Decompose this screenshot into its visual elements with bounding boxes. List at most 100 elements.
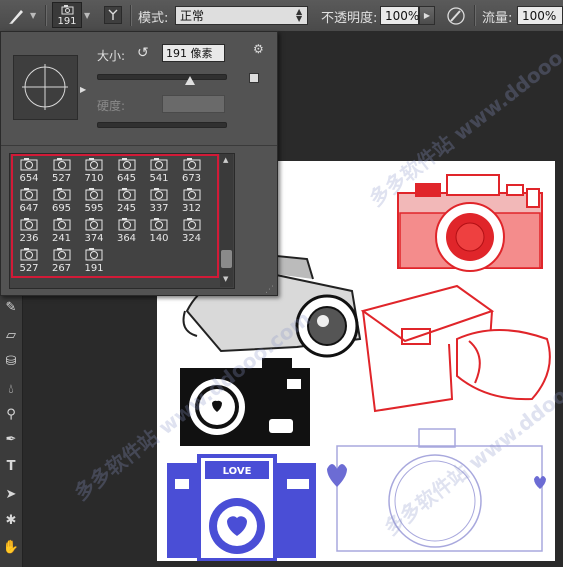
brush-preset-527[interactable]: 527 xyxy=(47,155,77,185)
brush-thumb-icon xyxy=(147,186,171,202)
brush-preset-size-label: 647 xyxy=(19,203,39,214)
brush-presets-grid: 654 527 710 645 541 673 647 695 595 245 337 312 236 2… xyxy=(9,153,235,289)
flow-label: 流量: xyxy=(482,11,513,26)
size-label: 大小: xyxy=(97,49,126,63)
brush-grid-scrollbar[interactable]: ▲ ▼ xyxy=(220,154,233,287)
brush-thumb-icon xyxy=(115,216,139,232)
blue-camera-stamp: LOVE xyxy=(167,454,316,561)
pencil-tool-icon[interactable]: ✎ xyxy=(2,299,20,317)
path-selection-tool-icon[interactable]: ➤ xyxy=(2,486,20,504)
brush-thumb-icon xyxy=(50,216,74,232)
hand-tool-icon[interactable]: ✋ xyxy=(2,539,20,557)
brush-preset-710[interactable]: 710 xyxy=(79,155,109,185)
pen-tool-icon[interactable]: ✒ xyxy=(2,431,20,449)
brush-preset-size-label: 364 xyxy=(116,233,137,244)
brush-preset-647[interactable]: 647 xyxy=(14,185,44,215)
gear-icon[interactable]: ⚙ xyxy=(253,42,264,56)
scrollbar-thumb[interactable] xyxy=(221,250,232,268)
brush-preset-size-label: 710 xyxy=(84,173,104,184)
new-preset-icon[interactable] xyxy=(249,73,259,83)
brush-preset-140[interactable]: 140 xyxy=(144,215,174,245)
camera-brush-thumb-icon xyxy=(61,5,74,15)
brush-tool-icon[interactable] xyxy=(6,0,28,31)
brush-preset-191[interactable]: 191 xyxy=(79,245,109,275)
brush-size-readout: 191 xyxy=(57,16,77,27)
brush-preset-364[interactable]: 364 xyxy=(112,215,142,245)
brush-thumb-icon xyxy=(17,186,41,202)
mode-select[interactable]: 正常 xyxy=(175,6,308,25)
flow-input[interactable]: 100% xyxy=(517,6,563,25)
eraser-tool-icon[interactable]: ▱ xyxy=(2,327,20,345)
red-outline-camera-stamp xyxy=(360,284,551,413)
brush-preset-312[interactable]: 312 xyxy=(177,185,207,215)
options-bar: ▼ 191 ▼ 模式: 正常 ▲ ▼ 不透明度: 100% ▶ 流量: 100% xyxy=(0,0,563,32)
brush-preset-267[interactable]: 267 xyxy=(47,245,77,275)
brush-preset-size-label: 312 xyxy=(181,203,202,214)
brush-preset-337[interactable]: 337 xyxy=(144,185,174,215)
type-tool-icon[interactable]: T xyxy=(2,458,20,476)
tool-preset-dropdown-icon[interactable]: ▼ xyxy=(30,0,36,31)
brush-picker-dropdown-icon[interactable]: ▼ xyxy=(84,0,90,31)
size-slider-track[interactable] xyxy=(97,74,227,80)
brush-preset-236[interactable]: 236 xyxy=(14,215,44,245)
brush-preset-324[interactable]: 324 xyxy=(177,215,207,245)
pressure-opacity-icon[interactable] xyxy=(445,5,467,27)
brush-preset-245[interactable]: 245 xyxy=(112,185,142,215)
mode-label: 模式: xyxy=(138,11,169,26)
scroll-down-icon[interactable]: ▼ xyxy=(223,275,228,283)
paint-bucket-tool-icon[interactable]: ⛁ xyxy=(2,353,20,371)
brush-preset-size-label: 337 xyxy=(149,203,169,214)
brush-thumb-icon xyxy=(115,186,139,202)
hardness-slider-track xyxy=(97,122,227,128)
opacity-input[interactable]: 100% xyxy=(380,6,419,25)
brush-preset-picker-button[interactable]: 191 xyxy=(52,2,82,28)
brush-preset-size-label: 541 xyxy=(149,173,169,184)
brush-preset-size-label: 236 xyxy=(19,233,39,244)
dodge-tool-icon[interactable]: ⚲ xyxy=(2,406,20,424)
brush-thumb-icon xyxy=(50,156,74,172)
svg-text:LOVE: LOVE xyxy=(223,466,252,477)
size-slider-thumb[interactable] xyxy=(185,76,195,85)
brush-thumb-icon xyxy=(147,156,171,172)
brush-preset-size-label: 267 xyxy=(51,263,72,274)
hardness-input xyxy=(162,95,225,113)
brush-preset-645[interactable]: 645 xyxy=(112,155,142,185)
brush-preset-241[interactable]: 241 xyxy=(47,215,77,245)
brush-thumb-icon xyxy=(180,186,204,202)
brush-thumb-icon xyxy=(82,186,106,202)
brush-thumb-icon xyxy=(50,246,74,262)
brush-preset-size-label: 654 xyxy=(19,173,39,184)
size-input[interactable]: 191 像素 xyxy=(162,44,225,62)
opacity-slider-toggle[interactable]: ▶ xyxy=(419,6,435,25)
brush-preset-size-label: 324 xyxy=(181,233,202,244)
brush-preset-size-label: 645 xyxy=(116,173,137,184)
brush-thumb-icon xyxy=(17,246,41,262)
brush-thumb-icon xyxy=(180,156,204,172)
brush-thumb-icon xyxy=(82,216,106,232)
brush-preset-size-label: 245 xyxy=(116,203,137,214)
brush-preset-size-label: 140 xyxy=(149,233,169,244)
preview-arrow-icon: ▶ xyxy=(80,85,87,94)
reset-size-icon[interactable]: ↺ xyxy=(137,45,149,61)
brush-preset-527[interactable]: 527 xyxy=(14,245,44,275)
brush-settings-toggle-icon[interactable] xyxy=(104,6,122,24)
brush-preset-695[interactable]: 695 xyxy=(47,185,77,215)
brush-thumb-icon xyxy=(180,216,204,232)
brush-preset-size-label: 374 xyxy=(84,233,104,244)
brush-preset-size-label: 595 xyxy=(84,203,104,214)
brush-preset-374[interactable]: 374 xyxy=(79,215,109,245)
brush-preset-673[interactable]: 673 xyxy=(177,155,207,185)
brush-thumb-icon xyxy=(17,216,41,232)
custom-shape-tool-icon[interactable]: ✱ xyxy=(2,512,20,530)
brush-preset-picker-panel: ▶ 大小: ↺ 191 像素 ⚙ 硬度: 654 527 710 645 541 673 6… xyxy=(0,31,278,296)
brush-preset-541[interactable]: 541 xyxy=(144,155,174,185)
blur-tool-icon[interactable]: 💧︎ xyxy=(2,381,20,399)
red-camera-stamp xyxy=(397,174,543,272)
brush-preset-size-label: 527 xyxy=(51,173,72,184)
resize-grip-icon[interactable]: ⋰ xyxy=(265,285,274,295)
brush-preset-654[interactable]: 654 xyxy=(14,155,44,185)
brush-preset-595[interactable]: 595 xyxy=(79,185,109,215)
opacity-label: 不透明度: xyxy=(321,11,378,26)
scroll-up-icon[interactable]: ▲ xyxy=(223,156,228,164)
brush-tip-preview[interactable] xyxy=(13,55,78,120)
